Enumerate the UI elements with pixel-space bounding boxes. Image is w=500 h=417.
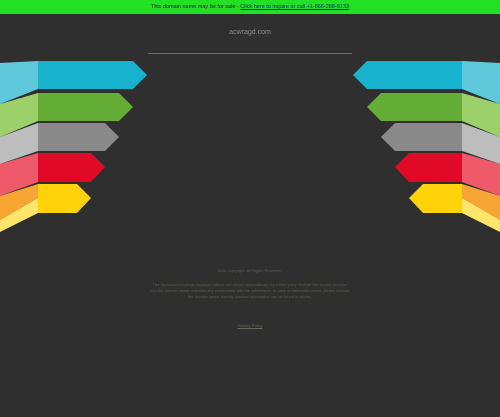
disclaimer-text: The Sponsored Listings displayed above a… (151, 282, 349, 299)
left-stripe-yellow-arrow (38, 184, 91, 213)
left-arrows (0, 61, 147, 232)
right-stripe-green-arrow (367, 93, 462, 121)
left-stripe-gray-arrow (38, 123, 119, 151)
left-stripe-red-arrow (38, 153, 105, 182)
left-stripe-blue-arrow (38, 61, 147, 89)
left-stripe-green-arrow (38, 93, 133, 121)
right-stripe-blue-arrow (353, 61, 462, 89)
copyright-text: 2024 Copyright. All Rights Reserved. (217, 268, 283, 273)
right-stripe-yellow-arrow (409, 184, 462, 213)
privacy-policy-link[interactable]: Privacy Policy (150, 323, 350, 329)
right-stripe-red-arrow (395, 153, 462, 182)
decorative-arrows (0, 61, 500, 232)
right-stripe-gray-arrow (381, 123, 462, 151)
right-arrows (353, 61, 500, 232)
